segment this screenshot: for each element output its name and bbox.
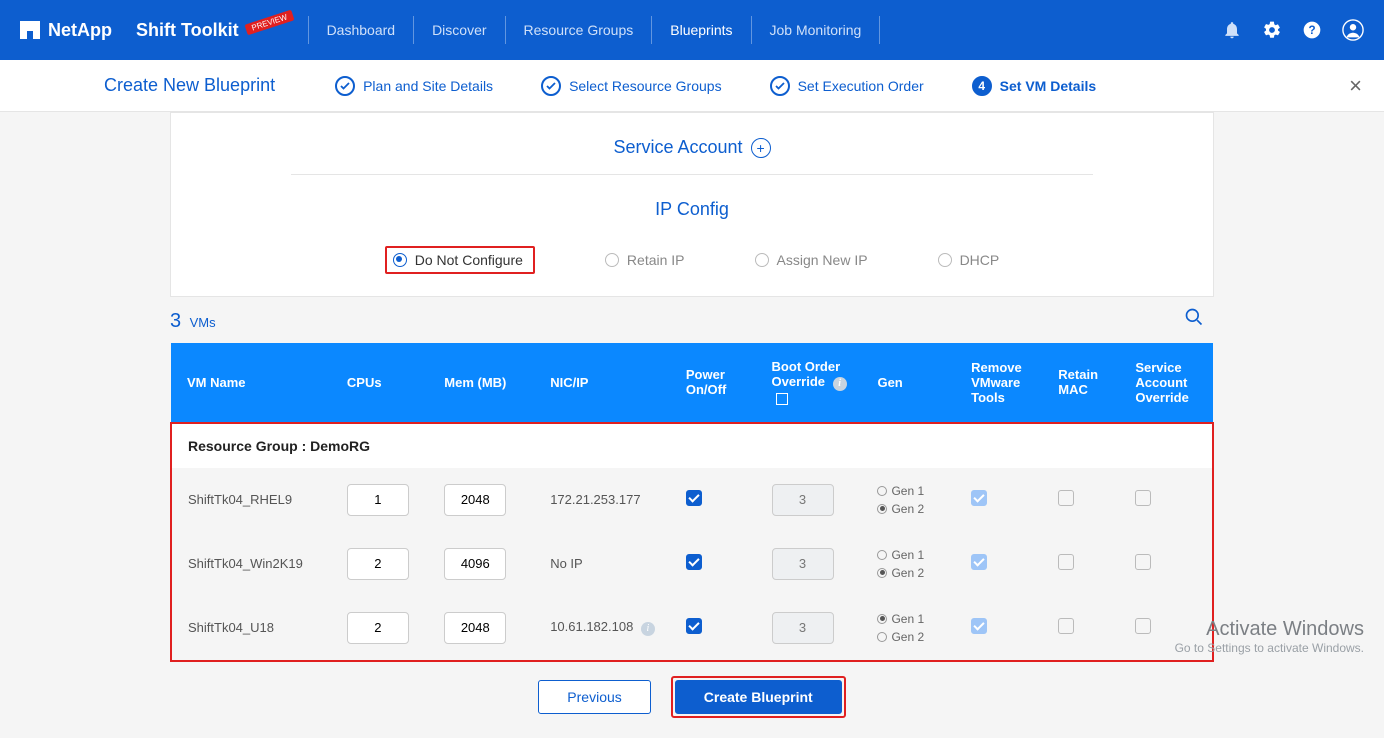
nav-job-monitoring[interactable]: Job Monitoring (766, 22, 866, 38)
toolkit-title: Shift Toolkit (136, 20, 239, 41)
help-icon[interactable]: ? (1302, 20, 1322, 40)
ip-dhcp[interactable]: DHCP (938, 246, 1000, 274)
info-icon[interactable]: i (833, 377, 847, 391)
step-vm-details[interactable]: 4 Set VM Details (972, 76, 1096, 96)
gen1-radio[interactable]: Gen 1 (877, 546, 951, 564)
ip-assign-new[interactable]: Assign New IP (755, 246, 868, 274)
cpu-input[interactable] (347, 484, 409, 516)
vm-table: VM Name CPUs Mem (MB) NIC/IP Power On/Of… (170, 343, 1214, 662)
boot-order-input[interactable] (772, 548, 834, 580)
th-retain-mac: Retain MAC (1048, 343, 1125, 423)
nav-divider (751, 16, 752, 44)
ip-config-header: IP Config (171, 175, 1213, 228)
main-card: Service Account + IP Config Do Not Confi… (170, 112, 1214, 297)
gear-icon[interactable] (1262, 20, 1282, 40)
cell-vm-name: ShiftTk04_RHEL9 (171, 468, 337, 532)
gen1-radio[interactable]: Gen 1 (877, 610, 951, 628)
page-title: Create New Blueprint (24, 75, 275, 96)
step-execution-order[interactable]: Set Execution Order (770, 76, 924, 96)
user-icon[interactable] (1342, 19, 1364, 41)
ip-do-not-configure[interactable]: Do Not Configure (393, 252, 523, 268)
ip-retain[interactable]: Retain IP (605, 246, 685, 274)
sa-override-checkbox[interactable] (1135, 618, 1151, 634)
vm-count-header: 3 VMs (170, 297, 1214, 343)
remove-tools-checkbox[interactable] (971, 490, 987, 506)
create-blueprint-button[interactable]: Create Blueprint (675, 680, 842, 714)
remove-tools-checkbox[interactable] (971, 554, 987, 570)
retain-mac-checkbox[interactable] (1058, 554, 1074, 570)
boot-override-all-checkbox[interactable] (776, 393, 788, 405)
nav-divider (308, 16, 309, 44)
th-sa-override: Service Account Override (1125, 343, 1213, 423)
nav-divider (879, 16, 880, 44)
remove-tools-checkbox[interactable] (971, 618, 987, 634)
search-icon[interactable] (1184, 307, 1204, 327)
step-resource-groups[interactable]: Select Resource Groups (541, 76, 722, 96)
th-cpus: CPUs (337, 343, 434, 423)
add-service-account-button[interactable]: + (751, 138, 771, 158)
cell-nic: No IP (540, 532, 676, 596)
th-nic: NIC/IP (540, 343, 676, 423)
table-row: ShiftTk04_Win2K19 No IP Gen 1Gen 2 (171, 532, 1213, 596)
gen2-radio[interactable]: Gen 2 (877, 500, 951, 518)
cell-nic: 10.61.182.108 i (540, 596, 676, 661)
boot-order-input[interactable] (772, 612, 834, 644)
gen2-radio[interactable]: Gen 2 (877, 628, 951, 646)
boot-order-input[interactable] (772, 484, 834, 516)
step-plan-site[interactable]: Plan and Site Details (335, 76, 493, 96)
nav-divider (505, 16, 506, 44)
resource-group-label: Resource Group : DemoRG (171, 423, 1213, 468)
nav-resource-groups[interactable]: Resource Groups (520, 22, 638, 38)
th-vm-name: VM Name (171, 343, 337, 423)
check-icon (340, 81, 350, 91)
mem-input[interactable] (444, 484, 506, 516)
cell-vm-name: ShiftTk04_U18 (171, 596, 337, 661)
nav-divider (651, 16, 652, 44)
th-boot-order: Boot Order Override i (762, 343, 868, 423)
nav-discover[interactable]: Discover (428, 22, 490, 38)
cpu-input[interactable] (347, 548, 409, 580)
brand-logo[interactable]: NetApp (20, 20, 112, 41)
th-power: Power On/Off (676, 343, 762, 423)
table-row: ShiftTk04_RHEL9 172.21.253.177 Gen 1Gen 2 (171, 468, 1213, 532)
cpu-input[interactable] (347, 612, 409, 644)
bell-icon[interactable] (1222, 20, 1242, 40)
table-row: ShiftTk04_U18 10.61.182.108 i Gen 1Gen 2 (171, 596, 1213, 661)
ip-config-options: Do Not Configure Retain IP Assign New IP… (171, 228, 1213, 296)
gen2-radio[interactable]: Gen 2 (877, 564, 951, 582)
cell-nic: 172.21.253.177 (540, 468, 676, 532)
nav-dashboard[interactable]: Dashboard (323, 22, 400, 38)
check-icon (546, 81, 556, 91)
sa-override-checkbox[interactable] (1135, 490, 1151, 506)
th-gen: Gen (867, 343, 961, 423)
preview-badge: PREVIEW (244, 9, 294, 35)
nav-blueprints[interactable]: Blueprints (666, 22, 736, 38)
retain-mac-checkbox[interactable] (1058, 490, 1074, 506)
power-checkbox[interactable] (686, 618, 702, 634)
power-checkbox[interactable] (686, 490, 702, 506)
th-remove-tools: Remove VMware Tools (961, 343, 1048, 423)
footer-buttons: Previous Create Blueprint (170, 662, 1214, 738)
retain-mac-checkbox[interactable] (1058, 618, 1074, 634)
svg-text:?: ? (1308, 24, 1315, 37)
close-icon[interactable]: × (1349, 73, 1362, 99)
previous-button[interactable]: Previous (538, 680, 650, 714)
gen1-radio[interactable]: Gen 1 (877, 482, 951, 500)
sa-override-checkbox[interactable] (1135, 554, 1151, 570)
windows-watermark: Activate Windows Go to Settings to activ… (1175, 618, 1364, 655)
cell-vm-name: ShiftTk04_Win2K19 (171, 532, 337, 596)
th-mem: Mem (MB) (434, 343, 540, 423)
nav-divider (413, 16, 414, 44)
top-nav: NetApp Shift Toolkit PREVIEW Dashboard D… (0, 0, 1384, 60)
mem-input[interactable] (444, 612, 506, 644)
brand-text: NetApp (48, 20, 112, 41)
check-icon (775, 81, 785, 91)
power-checkbox[interactable] (686, 554, 702, 570)
mem-input[interactable] (444, 548, 506, 580)
info-icon[interactable]: i (641, 622, 655, 636)
netapp-icon (20, 21, 40, 39)
stepper-bar: Create New Blueprint Plan and Site Detai… (0, 60, 1384, 112)
service-account-header: Service Account + (171, 113, 1213, 174)
